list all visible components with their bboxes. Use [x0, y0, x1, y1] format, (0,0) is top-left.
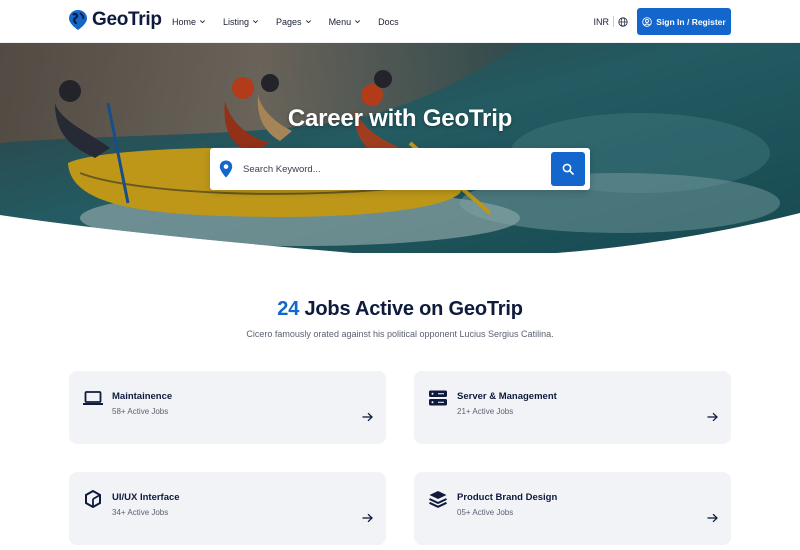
hero-banner: Career with GeoTrip [0, 43, 800, 253]
category-title: Server & Management [457, 391, 557, 402]
arrow-right-icon [362, 513, 373, 523]
chevron-down-icon [253, 20, 259, 24]
category-job-count: 05+ Active Jobs [457, 508, 514, 517]
signin-register-button[interactable]: Sign In / Register [637, 8, 731, 35]
arrow-right-icon [362, 412, 373, 422]
category-title: UI/UX Interface [112, 492, 180, 503]
chevron-down-icon [355, 20, 361, 24]
chevron-down-icon [305, 20, 311, 24]
category-title: Product Brand Design [457, 492, 558, 503]
nav-item-menu[interactable]: Menu [329, 17, 362, 27]
jobs-section-title: 24 Jobs Active on GeoTrip [0, 298, 800, 321]
globe-icon [618, 16, 628, 27]
search-bar [210, 148, 590, 190]
brand-name: GeoTrip [92, 9, 162, 30]
chevron-down-icon [200, 20, 206, 24]
top-header: GeoTrip Home Listing Pages Menu Docs INR [0, 0, 800, 43]
nav-item-label: Docs [378, 16, 399, 27]
logo[interactable]: GeoTrip [68, 9, 162, 31]
section-title-text: Jobs Active on GeoTrip [304, 298, 523, 320]
user-circle-icon [642, 16, 653, 27]
currency-selector[interactable]: INR [594, 16, 629, 27]
currency-label: INR [593, 16, 610, 27]
nav-item-docs[interactable]: Docs [378, 17, 399, 27]
arrow-right-icon [707, 412, 718, 422]
server-icon [429, 390, 447, 406]
category-card-uiux-interface[interactable]: UI/UX Interface 34+ Active Jobs [69, 472, 386, 545]
nav-item-listing[interactable]: Listing [223, 17, 259, 27]
section-subtitle: Cicero famously orated against his polit… [246, 329, 554, 339]
nav-item-label: Listing [223, 16, 250, 27]
nav-item-label: Home [172, 16, 197, 27]
category-job-count: 21+ Active Jobs [457, 407, 514, 416]
search-button[interactable] [551, 152, 585, 186]
category-card-server-management[interactable]: Server & Management 21+ Active Jobs [414, 371, 731, 444]
category-card-product-brand-design[interactable]: Product Brand Design 05+ Active Jobs [414, 472, 731, 545]
nav-item-home[interactable]: Home [172, 17, 206, 27]
nav-item-label: Pages [276, 16, 302, 27]
signin-label: Sign In / Register [656, 16, 726, 27]
category-job-count: 34+ Active Jobs [112, 508, 169, 517]
map-pin-icon [219, 160, 233, 178]
search-keyword-input[interactable] [243, 159, 543, 179]
nav-item-label: Menu [328, 16, 352, 27]
divider [613, 16, 614, 27]
header-tools: INR [594, 0, 629, 43]
hero-title: Career with GeoTrip [287, 105, 513, 132]
layers-icon [429, 491, 447, 508]
main-nav: Home Listing Pages Menu Docs [172, 0, 416, 43]
category-job-count: 58+ Active Jobs [112, 407, 169, 416]
category-title: Maintainence [112, 391, 173, 402]
nav-item-pages[interactable]: Pages [276, 17, 312, 27]
globe-pin-logo-icon [69, 10, 87, 30]
search-icon [562, 163, 574, 175]
hexagon-icon [85, 490, 101, 508]
arrow-right-icon [707, 513, 718, 523]
laptop-icon [83, 391, 103, 405]
category-card-maintainence[interactable]: Maintainence 58+ Active Jobs [69, 371, 386, 444]
active-jobs-count: 24 [277, 298, 300, 320]
